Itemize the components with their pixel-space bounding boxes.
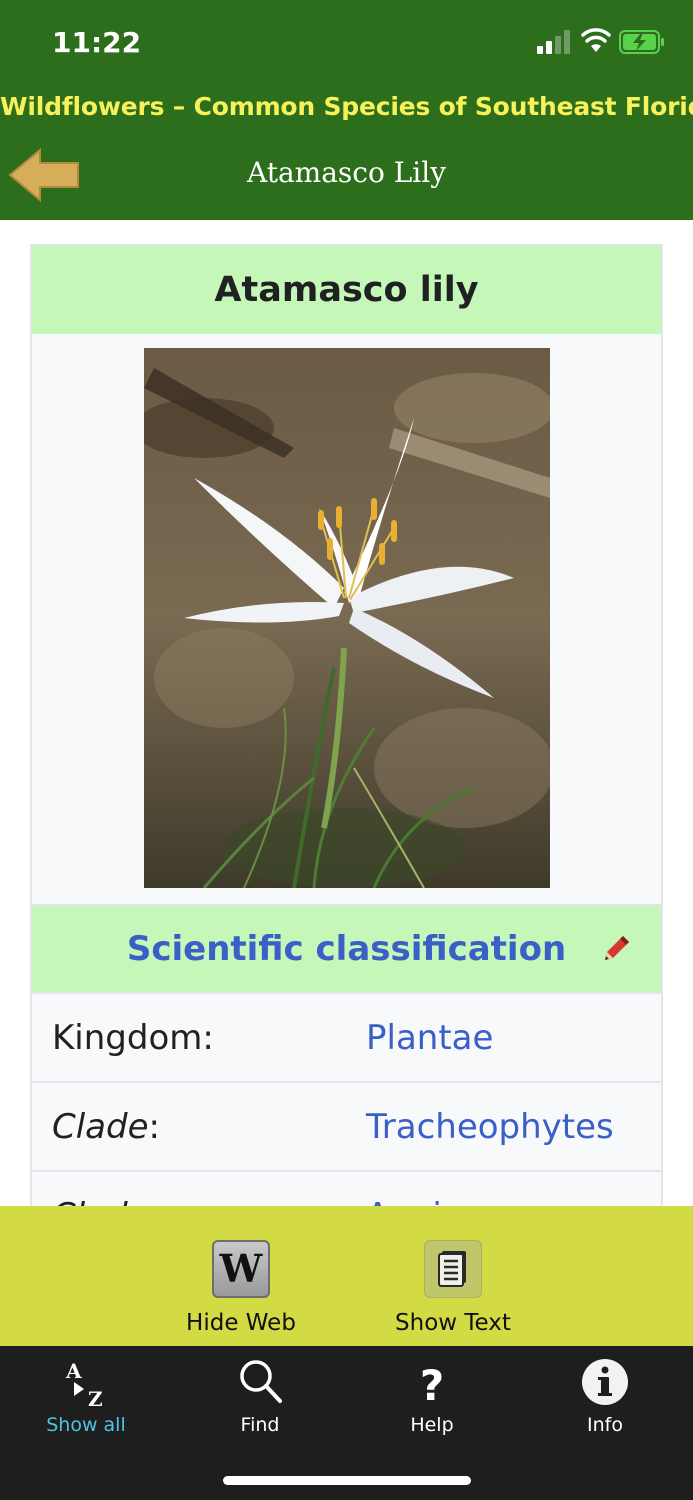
svg-text:Z: Z bbox=[88, 1387, 103, 1410]
web-content[interactable]: Atamasco lily Scientific classification … bbox=[0, 220, 693, 1206]
tab-label: Find bbox=[240, 1414, 280, 1436]
a-to-z-icon: A Z bbox=[56, 1356, 116, 1411]
row-label: Kingdom: bbox=[52, 1018, 214, 1058]
scientific-classification-header: Scientific classification bbox=[32, 904, 661, 992]
atamasco-lily-photo[interactable] bbox=[144, 348, 550, 888]
scientific-classification-link[interactable]: Scientific classification bbox=[127, 929, 566, 969]
classification-row-clade: Clade: Tracheophytes bbox=[32, 1081, 661, 1170]
hide-web-button[interactable]: W Hide Web bbox=[161, 1240, 321, 1336]
row-value-link[interactable]: Plantae bbox=[366, 1018, 493, 1058]
status-time: 11:22 bbox=[52, 26, 142, 59]
tab-show-all[interactable]: A Z Show all bbox=[16, 1356, 156, 1436]
infobox-title: Atamasco lily bbox=[32, 246, 661, 334]
tab-label: Help bbox=[410, 1414, 454, 1436]
battery-charging-icon bbox=[619, 30, 664, 54]
show-text-label: Show Text bbox=[395, 1310, 511, 1336]
wikipedia-icon: W bbox=[212, 1240, 270, 1298]
row-label: Clade: bbox=[52, 1196, 160, 1206]
status-icons bbox=[537, 28, 667, 58]
infobox: Atamasco lily Scientific classification … bbox=[30, 244, 663, 1206]
row-label: Clade: bbox=[52, 1107, 160, 1147]
show-text-button[interactable]: Show Text bbox=[373, 1240, 533, 1336]
info-icon bbox=[575, 1356, 635, 1410]
app-header: 11:22 Wildflowers – Common Species of So… bbox=[0, 0, 693, 220]
hide-web-label: Hide Web bbox=[186, 1310, 296, 1336]
row-value-link[interactable]: Angiosperms bbox=[366, 1196, 587, 1206]
svg-text:A: A bbox=[65, 1359, 82, 1383]
tab-find[interactable]: Find bbox=[190, 1356, 330, 1436]
classification-row-kingdom: Kingdom: Plantae bbox=[32, 992, 661, 1081]
tab-label: Info bbox=[587, 1414, 623, 1436]
search-icon bbox=[230, 1356, 290, 1410]
tab-info[interactable]: Info bbox=[535, 1356, 675, 1436]
cellular-signal-icon bbox=[537, 30, 570, 54]
view-toolbar: W Hide Web Show Text bbox=[0, 1206, 693, 1346]
question-icon: ? bbox=[402, 1356, 462, 1410]
tab-label: Show all bbox=[46, 1414, 126, 1436]
wifi-icon bbox=[581, 28, 611, 52]
document-text-icon bbox=[424, 1240, 482, 1298]
home-indicator bbox=[223, 1476, 471, 1485]
page-title: Atamasco Lily bbox=[246, 156, 447, 189]
app-title: Wildflowers – Common Species of Southeas… bbox=[0, 92, 693, 121]
svg-text:?: ? bbox=[420, 1361, 444, 1410]
classification-row-clade-2: Clade: Angiosperms bbox=[32, 1170, 661, 1206]
row-value-link[interactable]: Tracheophytes bbox=[366, 1107, 614, 1147]
pencil-icon[interactable] bbox=[599, 932, 633, 966]
tab-help[interactable]: ? Help bbox=[362, 1356, 502, 1436]
infobox-image-container bbox=[32, 334, 661, 904]
